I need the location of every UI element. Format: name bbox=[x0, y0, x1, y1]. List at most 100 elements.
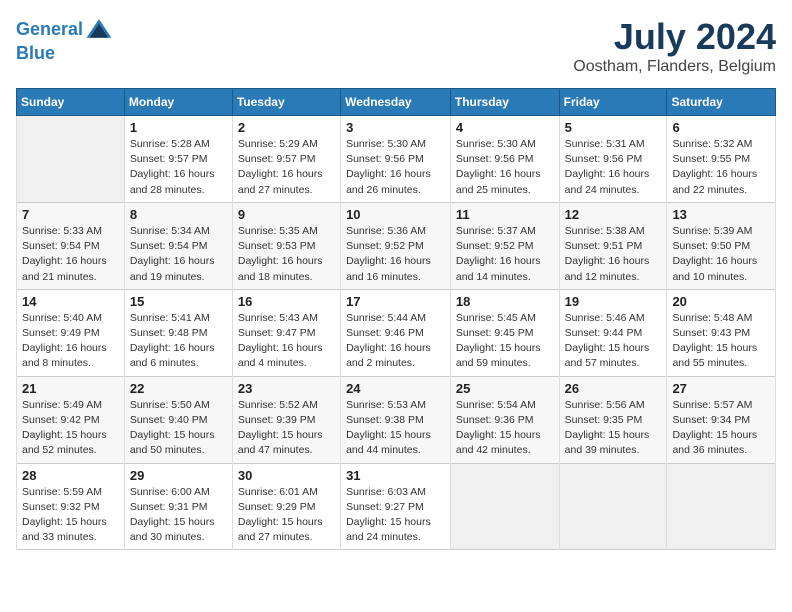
day-info: Sunrise: 5:44 AM Sunset: 9:46 PM Dayligh… bbox=[346, 311, 445, 372]
day-cell: 23 Sunrise: 5:52 AM Sunset: 9:39 PM Dayl… bbox=[232, 376, 340, 463]
day-cell: 1 Sunrise: 5:28 AM Sunset: 9:57 PM Dayli… bbox=[124, 116, 232, 203]
day-cell: 7 Sunrise: 5:33 AM Sunset: 9:54 PM Dayli… bbox=[17, 202, 125, 289]
header-row: Sunday Monday Tuesday Wednesday Thursday… bbox=[17, 89, 776, 116]
day-number: 19 bbox=[565, 294, 662, 309]
day-info: Sunrise: 5:41 AM Sunset: 9:48 PM Dayligh… bbox=[130, 311, 227, 372]
col-friday: Friday bbox=[559, 89, 667, 116]
day-cell: 24 Sunrise: 5:53 AM Sunset: 9:38 PM Dayl… bbox=[341, 376, 451, 463]
day-info: Sunrise: 5:48 AM Sunset: 9:43 PM Dayligh… bbox=[672, 311, 770, 372]
main-title: July 2024 bbox=[573, 16, 776, 58]
day-cell: 30 Sunrise: 6:01 AM Sunset: 9:29 PM Dayl… bbox=[232, 463, 340, 550]
day-number: 17 bbox=[346, 294, 445, 309]
day-number: 20 bbox=[672, 294, 770, 309]
day-number: 14 bbox=[22, 294, 119, 309]
day-cell bbox=[559, 463, 667, 550]
day-number: 30 bbox=[238, 468, 335, 483]
day-cell: 3 Sunrise: 5:30 AM Sunset: 9:56 PM Dayli… bbox=[341, 116, 451, 203]
day-info: Sunrise: 5:32 AM Sunset: 9:55 PM Dayligh… bbox=[672, 137, 770, 198]
day-cell: 18 Sunrise: 5:45 AM Sunset: 9:45 PM Dayl… bbox=[450, 289, 559, 376]
day-cell: 8 Sunrise: 5:34 AM Sunset: 9:54 PM Dayli… bbox=[124, 202, 232, 289]
day-number: 8 bbox=[130, 207, 227, 222]
day-info: Sunrise: 5:30 AM Sunset: 9:56 PM Dayligh… bbox=[346, 137, 445, 198]
col-sunday: Sunday bbox=[17, 89, 125, 116]
day-cell: 10 Sunrise: 5:36 AM Sunset: 9:52 PM Dayl… bbox=[341, 202, 451, 289]
day-number: 24 bbox=[346, 381, 445, 396]
day-cell: 21 Sunrise: 5:49 AM Sunset: 9:42 PM Dayl… bbox=[17, 376, 125, 463]
day-info: Sunrise: 5:52 AM Sunset: 9:39 PM Dayligh… bbox=[238, 398, 335, 459]
logo-blue-text: Blue bbox=[16, 44, 113, 64]
day-info: Sunrise: 5:37 AM Sunset: 9:52 PM Dayligh… bbox=[456, 224, 554, 285]
day-cell: 13 Sunrise: 5:39 AM Sunset: 9:50 PM Dayl… bbox=[667, 202, 776, 289]
day-cell bbox=[450, 463, 559, 550]
week-row-1: 1 Sunrise: 5:28 AM Sunset: 9:57 PM Dayli… bbox=[17, 116, 776, 203]
day-info: Sunrise: 5:43 AM Sunset: 9:47 PM Dayligh… bbox=[238, 311, 335, 372]
col-wednesday: Wednesday bbox=[341, 89, 451, 116]
day-info: Sunrise: 5:40 AM Sunset: 9:49 PM Dayligh… bbox=[22, 311, 119, 372]
day-cell: 19 Sunrise: 5:46 AM Sunset: 9:44 PM Dayl… bbox=[559, 289, 667, 376]
day-info: Sunrise: 5:33 AM Sunset: 9:54 PM Dayligh… bbox=[22, 224, 119, 285]
day-number: 21 bbox=[22, 381, 119, 396]
day-cell: 25 Sunrise: 5:54 AM Sunset: 9:36 PM Dayl… bbox=[450, 376, 559, 463]
calendar-table: Sunday Monday Tuesday Wednesday Thursday… bbox=[16, 88, 776, 550]
day-cell: 20 Sunrise: 5:48 AM Sunset: 9:43 PM Dayl… bbox=[667, 289, 776, 376]
day-cell: 9 Sunrise: 5:35 AM Sunset: 9:53 PM Dayli… bbox=[232, 202, 340, 289]
day-info: Sunrise: 5:31 AM Sunset: 9:56 PM Dayligh… bbox=[565, 137, 662, 198]
day-info: Sunrise: 6:00 AM Sunset: 9:31 PM Dayligh… bbox=[130, 485, 227, 546]
day-number: 23 bbox=[238, 381, 335, 396]
day-info: Sunrise: 5:34 AM Sunset: 9:54 PM Dayligh… bbox=[130, 224, 227, 285]
day-info: Sunrise: 5:50 AM Sunset: 9:40 PM Dayligh… bbox=[130, 398, 227, 459]
day-number: 11 bbox=[456, 207, 554, 222]
day-cell: 28 Sunrise: 5:59 AM Sunset: 9:32 PM Dayl… bbox=[17, 463, 125, 550]
day-number: 2 bbox=[238, 120, 335, 135]
day-info: Sunrise: 5:35 AM Sunset: 9:53 PM Dayligh… bbox=[238, 224, 335, 285]
day-number: 18 bbox=[456, 294, 554, 309]
page-header: General Blue July 2024 Oostham, Flanders… bbox=[16, 16, 776, 76]
week-row-4: 21 Sunrise: 5:49 AM Sunset: 9:42 PM Dayl… bbox=[17, 376, 776, 463]
col-tuesday: Tuesday bbox=[232, 89, 340, 116]
day-number: 22 bbox=[130, 381, 227, 396]
day-cell: 31 Sunrise: 6:03 AM Sunset: 9:27 PM Dayl… bbox=[341, 463, 451, 550]
day-cell bbox=[667, 463, 776, 550]
day-number: 13 bbox=[672, 207, 770, 222]
day-info: Sunrise: 5:57 AM Sunset: 9:34 PM Dayligh… bbox=[672, 398, 770, 459]
day-cell: 16 Sunrise: 5:43 AM Sunset: 9:47 PM Dayl… bbox=[232, 289, 340, 376]
day-number: 5 bbox=[565, 120, 662, 135]
day-number: 12 bbox=[565, 207, 662, 222]
day-info: Sunrise: 6:03 AM Sunset: 9:27 PM Dayligh… bbox=[346, 485, 445, 546]
col-saturday: Saturday bbox=[667, 89, 776, 116]
title-block: July 2024 Oostham, Flanders, Belgium bbox=[573, 16, 776, 76]
week-row-3: 14 Sunrise: 5:40 AM Sunset: 9:49 PM Dayl… bbox=[17, 289, 776, 376]
day-cell bbox=[17, 116, 125, 203]
calendar-body: 1 Sunrise: 5:28 AM Sunset: 9:57 PM Dayli… bbox=[17, 116, 776, 550]
day-info: Sunrise: 5:28 AM Sunset: 9:57 PM Dayligh… bbox=[130, 137, 227, 198]
day-cell: 4 Sunrise: 5:30 AM Sunset: 9:56 PM Dayli… bbox=[450, 116, 559, 203]
day-number: 3 bbox=[346, 120, 445, 135]
day-cell: 14 Sunrise: 5:40 AM Sunset: 9:49 PM Dayl… bbox=[17, 289, 125, 376]
day-number: 25 bbox=[456, 381, 554, 396]
day-cell: 22 Sunrise: 5:50 AM Sunset: 9:40 PM Dayl… bbox=[124, 376, 232, 463]
day-cell: 15 Sunrise: 5:41 AM Sunset: 9:48 PM Dayl… bbox=[124, 289, 232, 376]
day-number: 16 bbox=[238, 294, 335, 309]
day-info: Sunrise: 5:38 AM Sunset: 9:51 PM Dayligh… bbox=[565, 224, 662, 285]
day-info: Sunrise: 5:29 AM Sunset: 9:57 PM Dayligh… bbox=[238, 137, 335, 198]
day-cell: 12 Sunrise: 5:38 AM Sunset: 9:51 PM Dayl… bbox=[559, 202, 667, 289]
day-cell: 27 Sunrise: 5:57 AM Sunset: 9:34 PM Dayl… bbox=[667, 376, 776, 463]
logo-text: General bbox=[16, 20, 83, 40]
day-info: Sunrise: 5:46 AM Sunset: 9:44 PM Dayligh… bbox=[565, 311, 662, 372]
logo: General Blue bbox=[16, 16, 113, 64]
day-cell: 5 Sunrise: 5:31 AM Sunset: 9:56 PM Dayli… bbox=[559, 116, 667, 203]
week-row-5: 28 Sunrise: 5:59 AM Sunset: 9:32 PM Dayl… bbox=[17, 463, 776, 550]
day-number: 6 bbox=[672, 120, 770, 135]
day-number: 27 bbox=[672, 381, 770, 396]
day-cell: 17 Sunrise: 5:44 AM Sunset: 9:46 PM Dayl… bbox=[341, 289, 451, 376]
day-info: Sunrise: 5:30 AM Sunset: 9:56 PM Dayligh… bbox=[456, 137, 554, 198]
day-info: Sunrise: 5:59 AM Sunset: 9:32 PM Dayligh… bbox=[22, 485, 119, 546]
day-info: Sunrise: 5:53 AM Sunset: 9:38 PM Dayligh… bbox=[346, 398, 445, 459]
calendar-header: Sunday Monday Tuesday Wednesday Thursday… bbox=[17, 89, 776, 116]
day-number: 4 bbox=[456, 120, 554, 135]
day-number: 10 bbox=[346, 207, 445, 222]
col-monday: Monday bbox=[124, 89, 232, 116]
day-number: 1 bbox=[130, 120, 227, 135]
day-number: 31 bbox=[346, 468, 445, 483]
day-cell: 6 Sunrise: 5:32 AM Sunset: 9:55 PM Dayli… bbox=[667, 116, 776, 203]
